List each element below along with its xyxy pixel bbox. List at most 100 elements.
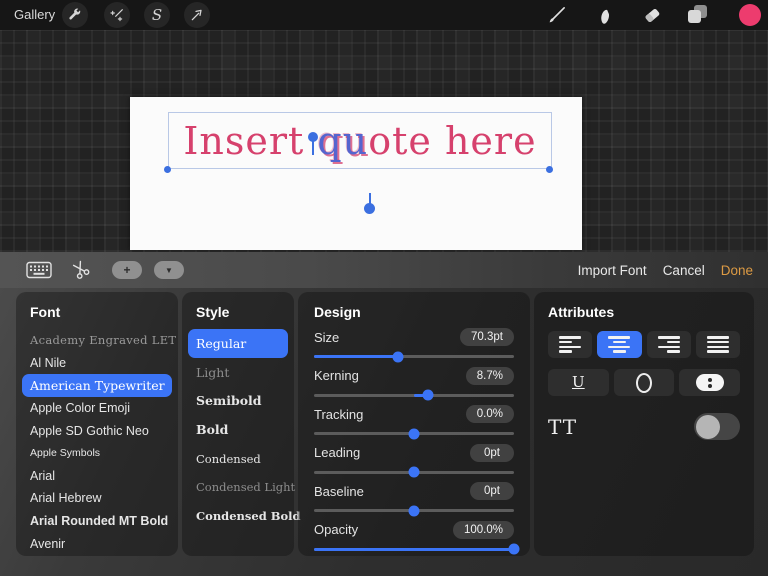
text-run-before: Insert <box>183 118 318 163</box>
kerning-label: Kerning <box>314 368 359 384</box>
text-run-selected: qu <box>317 118 369 163</box>
opacity-slider[interactable] <box>314 543 520 556</box>
text-decoration-row: U <box>548 369 741 396</box>
leading-slider[interactable] <box>314 466 514 479</box>
font-item[interactable]: Apple Symbols <box>30 442 164 465</box>
design-panel-header: Design <box>314 304 361 320</box>
cut-button[interactable] <box>70 259 91 280</box>
baseline-value[interactable]: 0pt <box>470 482 514 501</box>
slider-thumb[interactable] <box>408 505 420 517</box>
size-value[interactable]: 70.3pt <box>460 328 514 346</box>
text-selection-box[interactable]: Insert quote here <box>168 112 552 169</box>
font-item[interactable]: Arial <box>30 465 164 488</box>
align-right-button[interactable] <box>646 331 691 358</box>
capitalization-toggle[interactable] <box>694 413 740 440</box>
tracking-value[interactable]: 0.0% <box>465 405 514 424</box>
toggle-knob[interactable] <box>695 414 720 439</box>
font-list[interactable]: Academy Engraved LET Al Nile American Ty… <box>22 329 176 555</box>
baseline-label: Baseline <box>314 483 364 499</box>
cursor-end-handle[interactable] <box>364 203 375 214</box>
style-panel-header: Style <box>196 304 230 320</box>
smudge-tool-button[interactable] <box>593 3 617 27</box>
slider-thumb[interactable] <box>508 543 520 555</box>
style-list[interactable]: Regular Light Semibold Bold Condensed Co… <box>188 329 301 531</box>
font-item[interactable]: Arial Hebrew <box>30 487 164 510</box>
align-justify-button[interactable] <box>695 331 740 358</box>
font-panel-header: Font <box>30 304 61 320</box>
font-item[interactable]: Al Nile <box>30 352 164 375</box>
selection-s-icon: S <box>151 5 163 24</box>
style-item[interactable]: Condensed Bold <box>196 502 301 531</box>
transform-button[interactable] <box>184 2 210 28</box>
font-item-selected[interactable]: American Typewriter <box>22 374 172 397</box>
font-item[interactable]: Apple SD Gothic Neo <box>30 419 164 442</box>
size-slider-row: Size 70.3pt <box>314 325 514 364</box>
font-item[interactable]: Apple Color Emoji <box>30 397 164 420</box>
color-swatch-button[interactable] <box>739 4 761 26</box>
kerning-slider-row: Kerning 8.7% <box>314 364 514 403</box>
adjustments-button[interactable] <box>104 2 130 28</box>
style-item[interactable]: Light <box>196 358 280 387</box>
import-font-button[interactable]: Import Font <box>578 263 647 278</box>
done-button[interactable]: Done <box>721 263 753 278</box>
font-item[interactable]: Avenir <box>30 532 164 555</box>
cancel-button[interactable]: Cancel <box>663 263 705 278</box>
opacity-slider-row: Opacity 100.0% <box>314 518 520 557</box>
selection-left-handle[interactable] <box>164 166 171 173</box>
eraser-tool-button[interactable] <box>640 3 664 27</box>
canvas-text[interactable]: Insert quote here <box>183 122 536 160</box>
cursor-start-line <box>312 141 314 155</box>
magic-wand-icon <box>109 7 125 23</box>
slider-thumb[interactable] <box>422 389 434 401</box>
style-item[interactable]: Semibold <box>196 387 280 416</box>
attributes-panel: Attributes U TT <box>534 292 754 556</box>
vertical-text-button[interactable] <box>679 369 741 396</box>
opacity-value[interactable]: 100.0% <box>452 520 514 539</box>
font-item[interactable]: Arial Rounded MT Bold <box>30 510 168 533</box>
size-slider[interactable] <box>314 350 514 363</box>
collapse-button[interactable]: ▼ <box>154 261 184 279</box>
style-panel: Style Regular Light Semibold Bold Conden… <box>182 292 301 556</box>
slider-thumb[interactable] <box>392 351 404 362</box>
style-item[interactable]: Condensed Light <box>196 473 295 502</box>
selection-right-handle[interactable] <box>546 166 553 173</box>
underline-button[interactable]: U <box>548 369 609 396</box>
align-center-button[interactable] <box>597 331 642 358</box>
selection-button[interactable]: S <box>144 2 170 28</box>
tracking-label: Tracking <box>314 406 364 422</box>
eraser-icon <box>641 4 663 26</box>
keyboard-button[interactable] <box>26 261 52 279</box>
kerning-value[interactable]: 8.7% <box>465 366 514 385</box>
paintbrush-icon <box>546 4 568 26</box>
font-settings-sheet: Font Academy Engraved LET Al Nile Americ… <box>0 288 768 576</box>
leading-value[interactable]: 0pt <box>470 443 514 462</box>
wrench-icon <box>67 7 83 23</box>
attributes-panel-header: Attributes <box>548 304 615 320</box>
align-center-icon <box>608 336 631 353</box>
transform-arrow-icon <box>189 7 205 23</box>
align-left-button[interactable] <box>548 331 593 358</box>
kerning-slider[interactable] <box>314 389 514 402</box>
font-item[interactable]: Academy Engraved LET <box>30 329 176 352</box>
layers-button[interactable] <box>686 3 710 27</box>
chevron-down-icon: ▼ <box>165 265 173 275</box>
gallery-button[interactable]: Gallery <box>14 0 55 30</box>
style-item[interactable]: Bold <box>196 415 280 444</box>
capitalization-row: TT <box>548 413 740 440</box>
actions-button[interactable] <box>62 2 88 28</box>
brush-tool-button[interactable] <box>545 3 569 27</box>
style-item[interactable]: Condensed <box>196 444 280 473</box>
baseline-slider[interactable] <box>314 504 514 517</box>
style-item-selected[interactable]: Regular <box>188 329 288 358</box>
text-edit-toolbar: + ▼ Import Font Cancel Done <box>0 252 768 288</box>
scissors-icon <box>66 255 95 284</box>
align-justify-icon <box>706 336 729 353</box>
slider-thumb[interactable] <box>408 428 420 440</box>
tracking-slider[interactable] <box>314 427 514 440</box>
leading-slider-row: Leading 0pt <box>314 441 514 480</box>
outline-button[interactable] <box>613 369 675 396</box>
cursor-start-handle[interactable] <box>308 132 318 142</box>
opacity-label: Opacity <box>314 522 359 538</box>
slider-thumb[interactable] <box>408 466 420 478</box>
add-text-button[interactable]: + <box>112 261 142 279</box>
